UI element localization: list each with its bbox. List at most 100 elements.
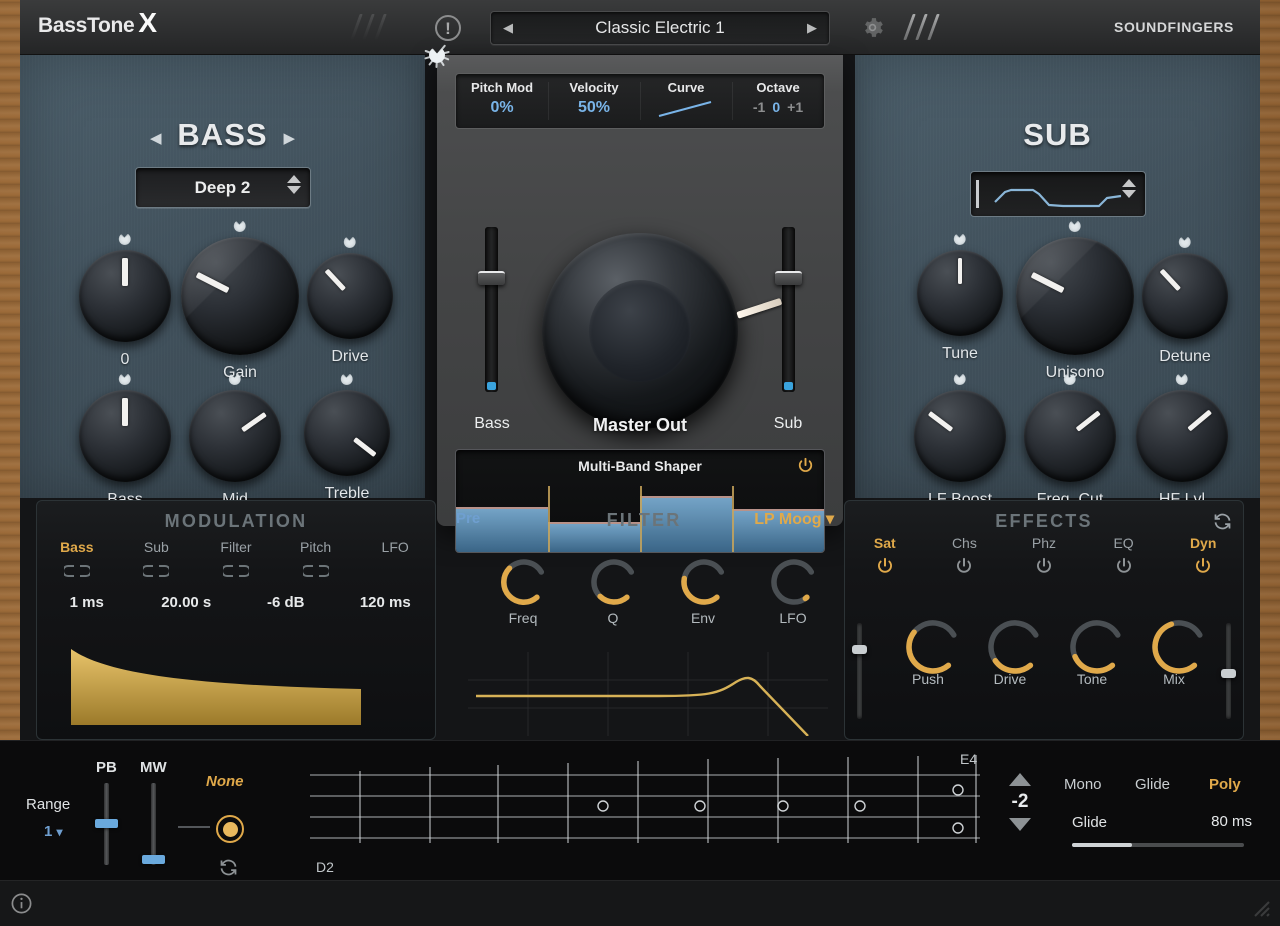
- fx-slot-phz[interactable]: Phz: [1004, 535, 1084, 581]
- effects-output-slider[interactable]: [1226, 623, 1231, 719]
- fretboard[interactable]: [310, 753, 980, 865]
- filter-knob-q[interactable]: Q: [576, 558, 650, 626]
- knob-lf-boost[interactable]: LF Boost: [899, 390, 1021, 509]
- envelope-graph[interactable]: [65, 639, 395, 727]
- gear-icon[interactable]: [860, 15, 885, 40]
- mod-value-0[interactable]: 1 ms: [37, 594, 137, 611]
- filter-type-dropdown[interactable]: LP Moog ▾: [754, 509, 834, 529]
- master-out-knob[interactable]: [542, 233, 738, 429]
- power-icon[interactable]: [1084, 556, 1164, 581]
- resize-grip-icon[interactable]: [1249, 898, 1271, 918]
- ring-knob-body[interactable]: [987, 619, 1033, 665]
- curve-cell[interactable]: Curve: [640, 74, 732, 128]
- power-icon[interactable]: [925, 556, 1005, 581]
- fx-slot-eq[interactable]: EQ: [1084, 535, 1164, 581]
- mod-destination-label[interactable]: None: [206, 773, 244, 790]
- knob-treble[interactable]: Treble: [289, 390, 405, 503]
- mod-value-1[interactable]: 20.00 s: [137, 594, 237, 611]
- ring-knob-body[interactable]: [1151, 619, 1197, 665]
- fx-slot-chs[interactable]: Chs: [925, 535, 1005, 581]
- power-icon[interactable]: [1004, 556, 1084, 581]
- refresh-icon[interactable]: [1212, 511, 1233, 532]
- bass-model-spinner[interactable]: [287, 175, 301, 194]
- pitch-bend-slider[interactable]: [104, 783, 109, 865]
- range-value-dropdown[interactable]: 1 ▾: [44, 823, 63, 840]
- mod-tab-filter[interactable]: Filter: [196, 539, 276, 578]
- ring-knob-body[interactable]: [590, 558, 636, 604]
- fx-knob-push[interactable]: Push: [887, 619, 969, 687]
- power-icon[interactable]: [1163, 556, 1243, 581]
- filter-knob-freq[interactable]: Freq: [486, 558, 560, 626]
- knob-body[interactable]: [1142, 253, 1228, 339]
- knob-body[interactable]: [1016, 237, 1134, 355]
- knob-body[interactable]: [1024, 390, 1116, 482]
- info-icon[interactable]: [10, 892, 33, 915]
- mod-tab-pitch[interactable]: Pitch: [276, 539, 356, 578]
- envelope-link-icon[interactable]: [276, 564, 356, 578]
- ring-knob-body[interactable]: [500, 558, 546, 604]
- warning-icon[interactable]: !: [435, 15, 461, 41]
- filter-knob-lfo[interactable]: LFO: [756, 558, 830, 626]
- bass-model-selector[interactable]: Deep 2: [135, 167, 311, 208]
- ring-knob-body[interactable]: [680, 558, 726, 604]
- knob-body[interactable]: [914, 390, 1006, 482]
- knob-body[interactable]: [189, 390, 281, 482]
- fx-knob-mix[interactable]: Mix: [1133, 619, 1215, 687]
- mod-wheel-slider[interactable]: [151, 783, 156, 865]
- mod-tab-bass[interactable]: Bass: [37, 539, 117, 578]
- ring-knob-body[interactable]: [770, 558, 816, 604]
- fx-slot-sat[interactable]: Sat: [845, 535, 925, 581]
- sub-waveform-selector[interactable]: [970, 171, 1146, 217]
- preset-browser[interactable]: ◀ Classic Electric 1 ▶: [490, 11, 830, 45]
- knob-body[interactable]: [79, 250, 171, 342]
- envelope-link-icon[interactable]: [37, 564, 117, 578]
- sub-level-slider[interactable]: [782, 227, 795, 392]
- filter-response-graph[interactable]: [468, 652, 828, 736]
- mod-value-3[interactable]: 120 ms: [336, 594, 436, 611]
- knob-bass[interactable]: Bass: [64, 390, 186, 509]
- ring-knob-body[interactable]: [905, 619, 951, 665]
- power-icon[interactable]: [845, 556, 925, 581]
- mod-tab-sub[interactable]: Sub: [117, 539, 197, 578]
- fx-knob-tone[interactable]: Tone: [1051, 619, 1133, 687]
- preset-prev-icon[interactable]: ◀: [503, 20, 513, 36]
- mod-value-2[interactable]: -6 dB: [236, 594, 336, 611]
- envelope-link-icon[interactable]: [196, 564, 276, 578]
- ring-knob-body[interactable]: [1069, 619, 1115, 665]
- effects-input-slider[interactable]: [857, 623, 862, 719]
- knob-body[interactable]: [304, 390, 390, 476]
- glide-slider-track[interactable]: [1072, 843, 1244, 847]
- fx-knob-drive[interactable]: Drive: [969, 619, 1051, 687]
- knob-body[interactable]: [181, 237, 299, 355]
- filter-pre-toggle[interactable]: Pre: [456, 510, 480, 527]
- knob-body[interactable]: [1136, 390, 1228, 482]
- bass-prev-icon[interactable]: ◀: [150, 129, 162, 147]
- pitch-mod-cell[interactable]: Pitch Mod 0%: [456, 74, 548, 128]
- bass-next-icon[interactable]: ▶: [283, 129, 295, 147]
- filter-knob-env[interactable]: Env: [666, 558, 740, 626]
- sub-waveform-spinner[interactable]: [1122, 179, 1136, 198]
- knob-body[interactable]: [79, 390, 171, 482]
- velocity-cell[interactable]: Velocity 50%: [548, 74, 640, 128]
- multiband-power-icon[interactable]: [796, 456, 815, 475]
- octave-shift-stepper[interactable]: -2: [996, 773, 1044, 831]
- knob-body[interactable]: [917, 250, 1003, 336]
- knob-mid[interactable]: Mid: [174, 390, 296, 509]
- octave-option-minus1[interactable]: -1: [753, 99, 765, 115]
- knob-freq-cut[interactable]: Freq. Cut: [1009, 390, 1131, 509]
- octave-down-icon[interactable]: [1009, 818, 1031, 831]
- knob-hf-lvl[interactable]: HF Lvl: [1121, 390, 1243, 509]
- voice-mode-poly[interactable]: Poly: [1209, 776, 1241, 793]
- octave-option-zero[interactable]: 0: [772, 99, 780, 115]
- fx-slot-dyn[interactable]: Dyn: [1163, 535, 1243, 581]
- octave-option-plus1[interactable]: +1: [787, 99, 803, 115]
- envelope-link-icon[interactable]: [117, 564, 197, 578]
- mod-destination-led[interactable]: [216, 815, 244, 843]
- knob-body[interactable]: [307, 253, 393, 339]
- knob-drive[interactable]: Drive: [292, 253, 408, 366]
- mod-tab-lfo[interactable]: LFO: [355, 539, 435, 578]
- bass-level-slider[interactable]: [485, 227, 498, 392]
- voice-mode-glide[interactable]: Glide: [1135, 776, 1170, 793]
- knob-detune[interactable]: Detune: [1127, 253, 1243, 366]
- voice-mode-mono[interactable]: Mono: [1064, 776, 1102, 793]
